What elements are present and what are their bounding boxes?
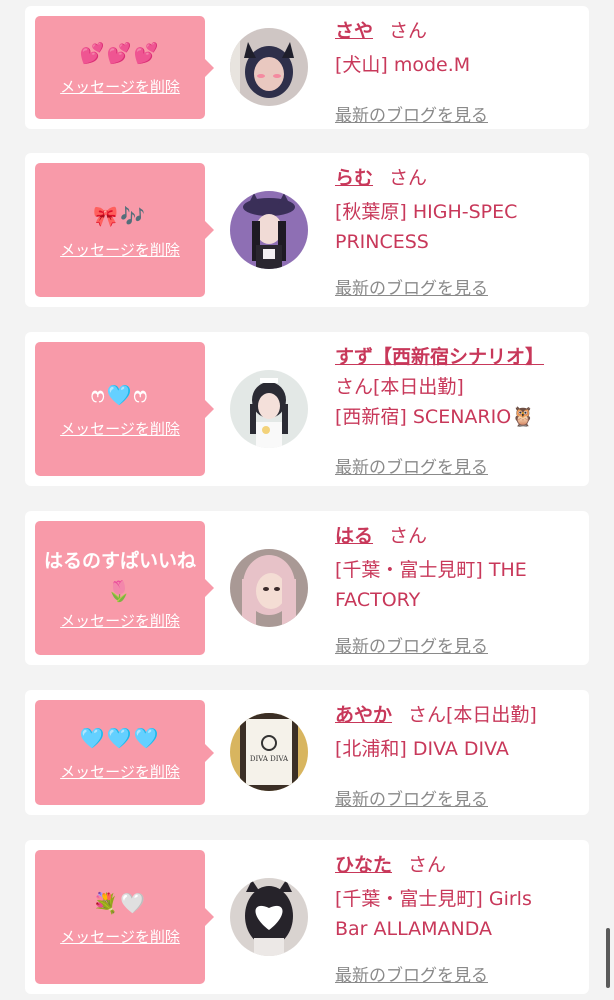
favorite-card: 🎀🎶 メッセージを削除 らむ さん [秋葉原] HIGH-SPEC PRINCES… <box>25 153 589 307</box>
avatar-photo: DIVA DIVA <box>230 713 308 791</box>
cast-name-link[interactable]: はる <box>335 525 373 547</box>
message-bubble: ෆ🩵ෆ メッセージを削除 <box>35 342 214 476</box>
avatar[interactable] <box>230 878 308 956</box>
message-emoji: 🌷 <box>106 578 134 603</box>
delete-message-link[interactable]: メッセージを削除 <box>60 418 180 439</box>
delete-message-link[interactable]: メッセージを削除 <box>60 610 180 631</box>
honorific: さん <box>389 20 428 42</box>
card-info: らむ さん [秋葉原] HIGH-SPEC PRINCESS 最新のブログを見る <box>335 163 580 299</box>
cast-name-link[interactable]: さや <box>335 20 373 42</box>
avatar-logo-text: DIVA DIVA <box>250 755 289 763</box>
avatar[interactable]: DIVA DIVA <box>230 713 308 791</box>
message-text: 💕💕💕 <box>79 41 161 65</box>
favorite-card: はるのすぱいいね 🌷 メッセージを削除 はる さん [千葉・富士見町] THE F… <box>25 511 589 665</box>
cast-name-link[interactable]: ひなた <box>335 854 392 876</box>
message-text: 🎀🎶 <box>93 203 147 228</box>
message-bubble: 💐🤍 メッセージを削除 <box>35 850 214 984</box>
latest-blog-link[interactable]: 最新のブログを見る <box>335 785 488 810</box>
avatar-photo <box>230 191 308 269</box>
shop-line: [千葉・富士見町] Girls <box>335 888 532 910</box>
cast-name-link[interactable]: あやか <box>335 704 392 726</box>
honorific: さん <box>389 525 428 547</box>
avatar[interactable] <box>230 370 308 448</box>
shop-line: [西新宿] SCENARIO🦉 <box>335 406 535 428</box>
delete-message-link[interactable]: メッセージを削除 <box>60 239 180 260</box>
delete-message-link[interactable]: メッセージを削除 <box>60 761 180 782</box>
card-info: あやか さん[本日出勤] [北浦和] DIVA DIVA 最新のブログを見る <box>335 700 580 810</box>
avatar[interactable] <box>230 191 308 269</box>
favorite-card: 💐🤍 メッセージを削除 ひなた さん [千葉・富士見町] Girls Bar AL… <box>25 840 589 994</box>
avatar-photo <box>230 878 308 956</box>
delete-message-link[interactable]: メッセージを削除 <box>60 926 180 947</box>
message-bubble: 💕💕💕 メッセージを削除 <box>35 16 214 119</box>
avatar-photo <box>230 28 308 106</box>
message-bubble: 🩵🩵🩵 メッセージを削除 <box>35 700 214 805</box>
card-info: さや さん [犬山] mode.M 最新のブログを見る <box>335 16 580 126</box>
cast-name-link[interactable]: すず【西新宿シナリオ】 <box>335 346 544 368</box>
latest-blog-link[interactable]: 最新のブログを見る <box>335 632 488 657</box>
latest-blog-link[interactable]: 最新のブログを見る <box>335 274 488 299</box>
message-bubble: 🎀🎶 メッセージを削除 <box>35 163 214 297</box>
card-info: はる さん [千葉・富士見町] THE FACTORY 最新のブログを見る <box>335 521 580 657</box>
favorite-card: 🩵🩵🩵 メッセージを削除 DIVA DIVA あやか さん[本日出勤] [北浦和]… <box>25 690 589 815</box>
shop-line: Bar ALLAMANDA <box>335 918 493 940</box>
card-info: すず【西新宿シナリオ】 さん[本日出勤] [西新宿] SCENARIO🦉 最新の… <box>335 342 580 478</box>
scrollbar[interactable] <box>606 928 610 988</box>
shop-line: [秋葉原] HIGH-SPEC <box>335 201 518 223</box>
delete-message-link[interactable]: メッセージを削除 <box>60 76 180 97</box>
honorific: さん <box>408 854 447 876</box>
honorific: さん <box>389 167 428 189</box>
shop-line: [犬山] mode.M <box>335 54 471 76</box>
avatar[interactable] <box>230 549 308 627</box>
honorific: さん[本日出勤] <box>335 376 464 398</box>
card-info: ひなた さん [千葉・富士見町] Girls Bar ALLAMANDA 最新のブ… <box>335 850 580 986</box>
latest-blog-link[interactable]: 最新のブログを見る <box>335 453 488 478</box>
shop-line: [千葉・富士見町] THE <box>335 559 527 581</box>
message-text: 💐🤍 <box>93 890 147 915</box>
cast-name-link[interactable]: らむ <box>335 167 373 189</box>
latest-blog-link[interactable]: 最新のブログを見る <box>335 961 488 986</box>
avatar-photo <box>230 370 308 448</box>
favorite-card: 💕💕💕 メッセージを削除 さや さん [犬山] mode.M 最新のブログを見る <box>25 6 589 129</box>
message-bubble: はるのすぱいいね 🌷 メッセージを削除 <box>35 521 214 655</box>
shop-line: FACTORY <box>335 589 421 611</box>
message-text: はるのすぱいいね <box>43 549 196 572</box>
avatar-photo <box>230 549 308 627</box>
message-text: 🩵🩵🩵 <box>79 726 161 750</box>
favorite-card: ෆ🩵ෆ メッセージを削除 すず【西新宿シナリオ】 さん[本日出勤] [西新宿] … <box>25 332 589 486</box>
latest-blog-link[interactable]: 最新のブログを見る <box>335 101 488 126</box>
message-text: ෆ🩵ෆ <box>91 382 149 407</box>
honorific: さん[本日出勤] <box>408 704 537 726</box>
shop-line: [北浦和] DIVA DIVA <box>335 738 509 760</box>
shop-line: PRINCESS <box>335 231 429 253</box>
avatar[interactable] <box>230 28 308 106</box>
